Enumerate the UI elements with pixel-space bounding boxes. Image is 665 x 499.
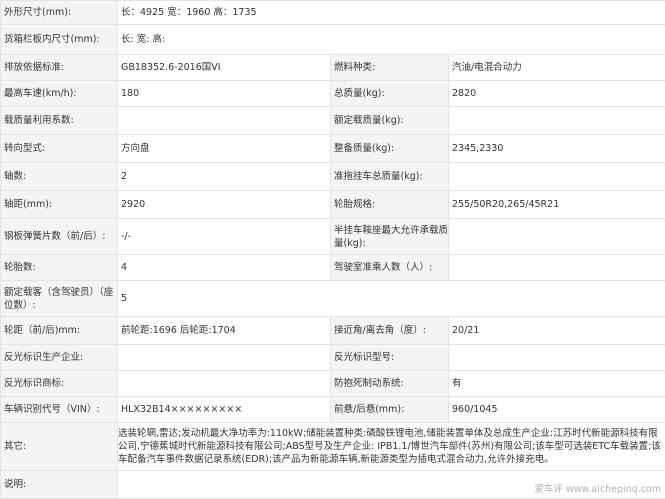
value-wheelbase: 2920 <box>118 191 331 219</box>
label-reflector-maker: 反光标识生产企业: <box>1 345 118 371</box>
row-wheelbase-tires: 轴距(mm): 2920 轮胎规格: 255/50R20,265/45R21 <box>1 191 665 219</box>
row-reflector-brand-abs: 反光标识商标: 防抱死制动系统: 有 <box>1 371 665 397</box>
label-tire-spec: 轮胎规格: <box>331 191 449 219</box>
row-speed-mass: 最高车速(km/h): 180 总质量(kg): 2820 <box>1 81 665 107</box>
value-dimensions: 长：4925 宽：1960 高：1735 <box>118 1 665 25</box>
label-dimensions: 外形尺寸(mm): <box>1 1 118 25</box>
label-overhang: 前悬/后悬(mm): <box>331 397 449 423</box>
value-fuel-type: 汽油/电混合动力 <box>449 55 665 81</box>
row-cargo-box: 货箱栏板内尺寸(mm): 长: 宽: 高: <box>1 25 665 55</box>
value-tire-spec: 255/50R20,265/45R21 <box>449 191 665 219</box>
watermark: 爱车评 www.aichepinq.com <box>534 481 661 495</box>
label-curb-mass: 整备质量(kg): <box>331 135 449 163</box>
value-reflector-maker <box>118 345 331 371</box>
row-emission-fuel: 排放依据标准: GB18352.6-2016国VI 燃料种类: 汽油/电混合动力 <box>1 55 665 81</box>
value-overhang: 960/1045 <box>449 397 665 423</box>
value-other: 选装轮辋,雷达;发动机最大净功率为:110kW;储能装置种类:磷酸铁锂电池,储能… <box>118 423 665 471</box>
value-saddle-load <box>449 219 665 255</box>
row-vin-overhang: 车辆识别代号（VIN）: HLX32B14××××××××× 前悬/后悬(mm)… <box>1 397 665 423</box>
spec-table: 外形尺寸(mm): 长：4925 宽：1960 高：1735 货箱栏板内尺寸(m… <box>0 0 665 499</box>
row-load-coefficient: 载质量利用系数: 额定载质量(kg): <box>1 107 665 135</box>
label-tire-count: 轮胎数: <box>1 255 118 281</box>
value-leaf-springs: -/- <box>118 219 331 255</box>
label-emission-standard: 排放依据标准: <box>1 55 118 81</box>
label-fuel-type: 燃料种类: <box>331 55 449 81</box>
label-cargo-box: 货箱栏板内尺寸(mm): <box>1 25 118 55</box>
value-track-width: 前轮距:1696 后轮距:1704 <box>118 317 331 345</box>
label-reflector-model: 反光标识型号: <box>331 345 449 371</box>
value-rated-load <box>449 107 665 135</box>
value-approach-departure: 20/21 <box>449 317 665 345</box>
value-rated-seats: 5 <box>118 281 665 317</box>
value-vin: HLX32B14××××××××× <box>118 397 331 423</box>
value-tire-count: 4 <box>118 255 331 281</box>
row-tires-cab: 轮胎数: 4 驾驶室准乘人数（人）: <box>1 255 665 281</box>
label-max-speed: 最高车速(km/h): <box>1 81 118 107</box>
label-saddle-load: 半挂车鞍座最大允许承载质量(kg): <box>331 219 449 255</box>
row-other: 其它: 选装轮辋,雷达;发动机最大净功率为:110kW;储能装置种类:磷酸铁锂电… <box>1 423 665 471</box>
label-load-coefficient: 载质量利用系数: <box>1 107 118 135</box>
row-seats: 额定载客（含驾驶员）（座位数）: 5 <box>1 281 665 317</box>
row-track-angles: 轮距（前/后)mm: 前轮距:1696 后轮距:1704 接近角/离去角（度）:… <box>1 317 665 345</box>
label-axle-count: 轴数: <box>1 163 118 191</box>
label-rated-seats: 额定载客（含驾驶员）（座位数）: <box>1 281 118 317</box>
value-abs: 有 <box>449 371 665 397</box>
label-vin: 车辆识别代号（VIN）: <box>1 397 118 423</box>
row-springs-saddle: 钢板弹簧片数（前/后）: -/- 半挂车鞍座最大允许承载质量(kg): <box>1 219 665 255</box>
label-cab-passengers: 驾驶室准乘人数（人）: <box>331 255 449 281</box>
label-track-width: 轮距（前/后)mm: <box>1 317 118 345</box>
label-wheelbase: 轴距(mm): <box>1 191 118 219</box>
row-axles-trailer: 轴数: 2 准拖挂车总质量(kg): <box>1 163 665 191</box>
value-max-speed: 180 <box>118 81 331 107</box>
label-approach-departure: 接近角/离去角（度）: <box>331 317 449 345</box>
value-load-coefficient <box>118 107 331 135</box>
label-note: 说明: <box>1 471 118 499</box>
label-steering-type: 转向型式: <box>1 135 118 163</box>
label-other: 其它: <box>1 423 118 471</box>
row-dimensions: 外形尺寸(mm): 长：4925 宽：1960 高：1735 <box>1 1 665 25</box>
label-leaf-springs: 钢板弹簧片数（前/后）: <box>1 219 118 255</box>
value-cab-passengers <box>449 255 665 281</box>
value-reflector-model <box>449 345 665 371</box>
label-reflector-brand: 反光标识商标: <box>1 371 118 397</box>
label-trailer-mass: 准拖挂车总质量(kg): <box>331 163 449 191</box>
row-reflector-maker: 反光标识生产企业: 反光标识型号: <box>1 345 665 371</box>
value-emission-standard: GB18352.6-2016国VI <box>118 55 331 81</box>
label-rated-load: 额定载质量(kg): <box>331 107 449 135</box>
value-axle-count: 2 <box>118 163 331 191</box>
value-steering-type: 方向盘 <box>118 135 331 163</box>
value-gross-mass: 2820 <box>449 81 665 107</box>
value-curb-mass: 2345,2330 <box>449 135 665 163</box>
row-steering-curb: 转向型式: 方向盘 整备质量(kg): 2345,2330 <box>1 135 665 163</box>
label-gross-mass: 总质量(kg): <box>331 81 449 107</box>
value-cargo-box: 长: 宽: 高: <box>118 25 665 55</box>
value-trailer-mass <box>449 163 665 191</box>
label-abs: 防抱死制动系统: <box>331 371 449 397</box>
value-reflector-brand <box>118 371 331 397</box>
